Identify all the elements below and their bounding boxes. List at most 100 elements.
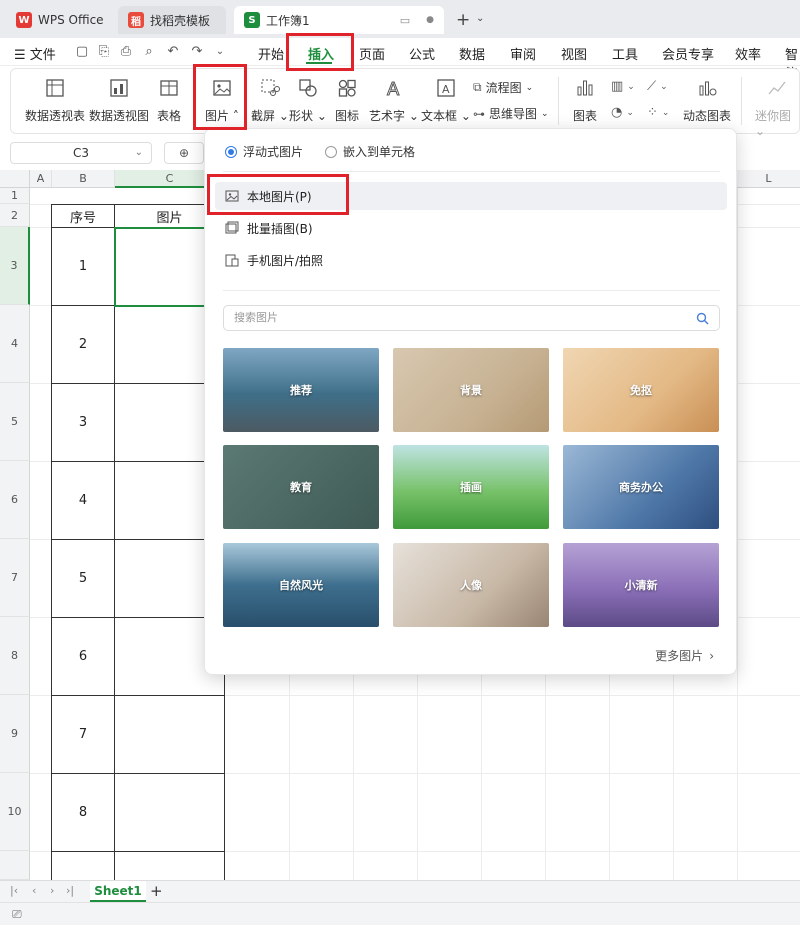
menu-file[interactable]: ☰ 文件	[14, 44, 56, 63]
row-header-1[interactable]: 1	[0, 188, 30, 204]
seq-cell[interactable]: 5	[52, 540, 115, 618]
flowchart-button[interactable]: ⧉ 流程图 ⌄	[473, 79, 533, 96]
tab-wps-office[interactable]: W WPS Office	[6, 6, 114, 34]
close-dot-icon[interactable]: ●	[426, 15, 434, 25]
seq-cell[interactable]: 6	[52, 618, 115, 696]
seq-cell[interactable]: 7	[52, 696, 115, 774]
pivot-table-button[interactable]: 数据透视表	[25, 77, 85, 124]
print-preview-icon[interactable]: ⌕	[141, 44, 157, 60]
screenshot-button[interactable]: 截屏 ⌄	[251, 77, 289, 124]
seq-cell[interactable]: 2	[52, 306, 115, 384]
redo-icon[interactable]: ↷	[189, 44, 205, 60]
menu-efficiency[interactable]: 效率	[735, 44, 761, 63]
dynamic-chart-button[interactable]: 动态图表	[683, 77, 731, 124]
header-seq-cell[interactable]: 序号	[52, 205, 115, 228]
menu-tools[interactable]: 工具	[612, 44, 638, 63]
chevron-down-icon[interactable]: ⌄	[476, 13, 484, 24]
highlight-local-picture	[207, 174, 349, 215]
search-icon[interactable]	[696, 312, 709, 325]
seq-cell[interactable]: 4	[52, 462, 115, 540]
menu-data[interactable]: 数据	[459, 44, 485, 63]
name-box[interactable]: C3 ⌄	[10, 142, 152, 164]
line-chart-dropdown[interactable]: ⟋ ⌄	[647, 79, 668, 94]
textbox-button[interactable]: A 文本框 ⌄	[421, 77, 471, 124]
column-chart-dropdown[interactable]: ▥ ⌄	[611, 79, 635, 94]
shape-button[interactable]: 形状 ⌄	[289, 77, 327, 124]
category-illustration[interactable]: 插画	[393, 445, 549, 529]
tab-docer[interactable]: 稻 找稻壳模板	[118, 6, 226, 34]
menu-view[interactable]: 视图	[561, 44, 587, 63]
menu-start[interactable]: 开始	[258, 44, 284, 63]
last-sheet-icon[interactable]: ›|	[66, 884, 74, 897]
wordart-button[interactable]: A 艺术字 ⌄	[369, 77, 419, 124]
row-header-7[interactable]: 7	[0, 539, 30, 617]
picture-cell[interactable]	[115, 774, 225, 852]
row-header-6[interactable]: 6	[0, 461, 30, 539]
menu-page[interactable]: 页面	[359, 44, 385, 63]
row-header-5[interactable]: 5	[0, 383, 30, 461]
chevron-down-icon[interactable]: ⌄	[212, 44, 228, 60]
more-pictures-link[interactable]: 更多图片 ›	[655, 647, 714, 664]
seq-cell[interactable]	[52, 852, 115, 880]
print-icon[interactable]: ⎙	[118, 44, 134, 60]
select-all-corner[interactable]	[0, 170, 30, 188]
category-nature[interactable]: 自然风光	[223, 543, 379, 627]
seq-cell[interactable]: 3	[52, 384, 115, 462]
sparkline-button[interactable]: 迷你图 ⌄	[755, 77, 799, 138]
column-header-l[interactable]: L	[737, 170, 800, 188]
menu-review[interactable]: 审阅	[510, 44, 536, 63]
row-header-8[interactable]: 8	[0, 617, 30, 695]
picture-cell[interactable]	[115, 852, 225, 880]
category-recommend[interactable]: 推荐	[223, 348, 379, 432]
column-header-b[interactable]: B	[52, 170, 115, 188]
sheet-tab-sheet1[interactable]: Sheet1	[90, 881, 146, 902]
phone-picture-item[interactable]: 手机图片/拍照	[215, 246, 727, 274]
column-header-a[interactable]: A	[30, 170, 52, 188]
export-icon[interactable]: ⎘	[96, 44, 112, 60]
row-header-4[interactable]: 4	[0, 305, 30, 383]
table-label: 表格	[157, 109, 182, 123]
chart-button[interactable]: 图表	[573, 77, 597, 124]
tab-label: 找稻壳模板	[150, 13, 211, 28]
category-portrait[interactable]: 人像	[393, 543, 549, 627]
new-tab-icon[interactable]: +	[456, 10, 470, 30]
mindmap-button[interactable]: ⊶ 思维导图 ⌄	[473, 105, 549, 122]
undo-icon[interactable]: ↶	[165, 44, 181, 60]
row-header-9[interactable]: 9	[0, 695, 30, 773]
first-sheet-icon[interactable]: |‹	[10, 884, 18, 897]
row-header-2[interactable]: 2	[0, 204, 30, 227]
batch-insert-item[interactable]: 批量插图(B)	[215, 214, 727, 242]
radio-floating-picture[interactable]: 浮动式图片	[225, 143, 303, 160]
save-icon[interactable]: ▢	[74, 44, 90, 60]
radio-unselected-icon	[325, 145, 337, 158]
row-header-10[interactable]: 10	[0, 773, 30, 851]
pie-chart-dropdown[interactable]: ◔ ⌄	[611, 105, 634, 120]
picture-search-input[interactable]: 搜索图片	[223, 305, 720, 331]
category-education[interactable]: 教育	[223, 445, 379, 529]
zoom-formula-icon[interactable]: ⊕	[164, 142, 204, 164]
table-button[interactable]: 表格	[157, 77, 181, 124]
seq-cell[interactable]: 8	[52, 774, 115, 852]
pivot-chart-button[interactable]: 数据透视图	[89, 77, 149, 124]
scatter-chart-dropdown[interactable]: ⁘ ⌄	[647, 105, 669, 120]
category-business[interactable]: 商务办公	[563, 445, 719, 529]
prev-sheet-icon[interactable]: ‹	[32, 884, 36, 897]
macro-record-icon[interactable]: ⎚	[12, 907, 22, 922]
add-sheet-icon[interactable]: +	[150, 882, 163, 900]
row-header-3[interactable]: 3	[0, 227, 30, 305]
menu-member[interactable]: 会员专享	[662, 44, 714, 63]
row-header-11[interactable]	[0, 851, 30, 880]
screenshot-label: 截屏 ⌄	[251, 109, 289, 123]
monitor-icon[interactable]: ▭	[400, 14, 410, 27]
category-background[interactable]: 背景	[393, 348, 549, 432]
category-cutout[interactable]: 免抠	[563, 348, 719, 432]
icon-button[interactable]: 图标	[335, 77, 359, 124]
radio-embed-in-cell[interactable]: 嵌入到单元格	[325, 143, 415, 160]
next-sheet-icon[interactable]: ›	[50, 884, 54, 897]
seq-cell[interactable]: 1	[52, 228, 115, 306]
category-fresh[interactable]: 小清新	[563, 543, 719, 627]
picture-cell[interactable]	[115, 696, 225, 774]
menu-formula[interactable]: 公式	[409, 44, 435, 63]
tab-workbook[interactable]: S 工作簿1 ▭ ●	[234, 6, 444, 34]
phone-picture-icon	[225, 254, 239, 267]
